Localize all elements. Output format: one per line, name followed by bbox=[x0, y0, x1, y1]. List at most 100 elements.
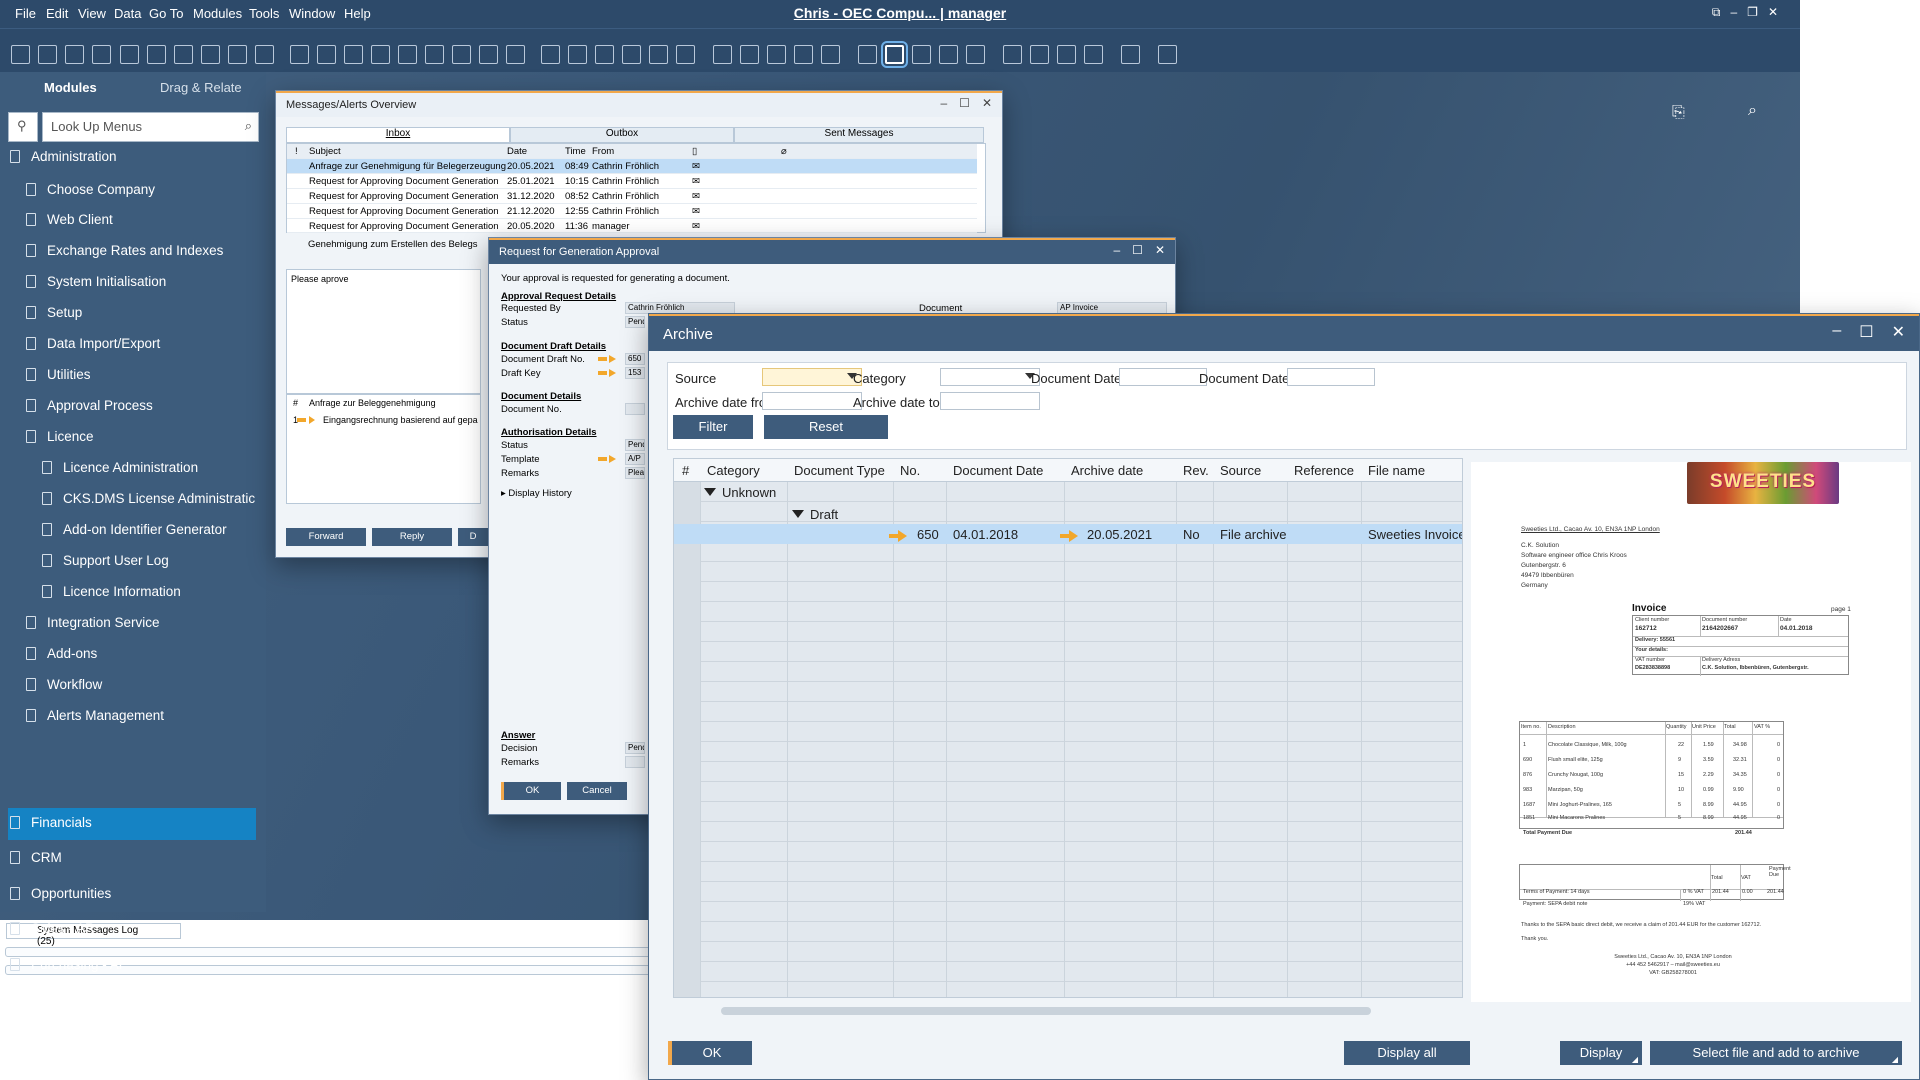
col-reference[interactable]: Reference bbox=[1294, 463, 1354, 478]
find-record-icon[interactable] bbox=[317, 45, 336, 64]
table-row[interactable]: Request for Approving Document Generatio… bbox=[287, 204, 977, 219]
messages-icon[interactable] bbox=[794, 45, 813, 64]
user-icon[interactable] bbox=[966, 45, 985, 64]
next-record-icon[interactable] bbox=[398, 45, 417, 64]
maximize-icon[interactable]: ☐ bbox=[1859, 322, 1873, 342]
cancel-button[interactable]: Cancel bbox=[567, 782, 627, 800]
maximize-icon[interactable]: ☐ bbox=[959, 96, 970, 110]
reply-button[interactable]: Reply bbox=[372, 528, 452, 546]
sidebar-item-web-client[interactable]: Web Client bbox=[26, 212, 113, 227]
col-subject[interactable]: Subject bbox=[309, 146, 341, 157]
settings-icon[interactable] bbox=[740, 45, 759, 64]
cockpit-icon[interactable]: ⎘ bbox=[1672, 104, 1685, 122]
table-row[interactable]: Request for Approving Document Generatio… bbox=[287, 219, 977, 233]
close-icon[interactable]: ✕ bbox=[1768, 5, 1778, 20]
previous-record-icon[interactable] bbox=[371, 45, 390, 64]
first-record-icon[interactable] bbox=[344, 45, 363, 64]
col-no[interactable]: No. bbox=[900, 463, 920, 478]
category-dropdown[interactable] bbox=[940, 368, 1040, 386]
sidebar-item-cks-dms-license[interactable]: CKS.DMS License Administratic bbox=[42, 491, 255, 506]
group-row-unknown[interactable]: Unknown bbox=[674, 482, 1462, 502]
close-icon[interactable]: ✕ bbox=[1892, 322, 1905, 342]
refresh-icon[interactable] bbox=[452, 45, 471, 64]
minimize-icon[interactable]: – bbox=[1730, 5, 1737, 20]
alerts-icon[interactable] bbox=[821, 45, 840, 64]
sidebar-item-choose-company[interactable]: Choose Company bbox=[26, 182, 155, 197]
tab-outbox[interactable]: Outbox bbox=[510, 127, 734, 143]
col-source[interactable]: Source bbox=[1220, 463, 1261, 478]
horizontal-scrollbar[interactable] bbox=[721, 1007, 1371, 1015]
document-date-from-input[interactable] bbox=[1119, 368, 1207, 386]
source-dropdown[interactable] bbox=[762, 368, 862, 386]
select-file-add-to-archive-button[interactable]: Select file and add to archive ◢ bbox=[1650, 1041, 1902, 1065]
sidebar-item-purchasing-ap[interactable]: Purchasing - AP bbox=[10, 957, 128, 972]
col-category[interactable]: Category bbox=[707, 463, 760, 478]
find-icon[interactable] bbox=[11, 45, 30, 64]
draft-no-field[interactable]: 650 bbox=[625, 353, 645, 365]
col-rev[interactable]: Rev. bbox=[1183, 463, 1209, 478]
link-arrow-icon[interactable] bbox=[598, 354, 622, 365]
ok-button[interactable]: OK bbox=[668, 1041, 752, 1065]
col-time[interactable]: Time bbox=[565, 146, 586, 157]
wrench-icon[interactable]: ⚲ bbox=[8, 112, 38, 142]
calculator-icon[interactable] bbox=[912, 45, 931, 64]
search-icon[interactable]: ⌕ bbox=[245, 118, 252, 134]
sidebar-item-opportunities[interactable]: Opportunities bbox=[10, 886, 111, 901]
template-field[interactable]: A/P bbox=[625, 453, 645, 465]
sidebar-item-data-import-export[interactable]: Data Import/Export bbox=[26, 336, 160, 351]
transaction-journal-icon[interactable] bbox=[622, 45, 641, 64]
archive-date-to-input[interactable] bbox=[940, 392, 1040, 410]
gross-profit-icon[interactable] bbox=[595, 45, 614, 64]
col-document-date[interactable]: Document Date bbox=[953, 463, 1043, 478]
email-icon[interactable] bbox=[92, 45, 111, 64]
group-row-draft[interactable]: Draft bbox=[674, 504, 1462, 524]
print-icon[interactable] bbox=[38, 45, 57, 64]
tab-sent-messages[interactable]: Sent Messages bbox=[734, 127, 984, 143]
lookup-menus-input[interactable]: Look Up Menus ⌕ bbox=[42, 112, 259, 142]
sidebar-item-exchange-rates[interactable]: Exchange Rates and Indexes bbox=[26, 243, 223, 258]
filter-button[interactable]: Filter bbox=[673, 415, 753, 439]
sidebar-item-setup[interactable]: Setup bbox=[26, 305, 82, 320]
target-document-icon[interactable] bbox=[568, 45, 587, 64]
tab-drag-relate[interactable]: Drag & Relate bbox=[160, 80, 242, 95]
auth-status-field[interactable]: Pend bbox=[625, 439, 645, 451]
move-icon[interactable] bbox=[228, 45, 247, 64]
col-archive-date[interactable]: Archive date bbox=[1071, 463, 1143, 478]
forward-button[interactable]: Forward bbox=[286, 528, 366, 546]
base-document-icon[interactable] bbox=[541, 45, 560, 64]
sidebar-item-licence-information[interactable]: Licence Information bbox=[42, 584, 181, 599]
sidebar-item-licence[interactable]: Licence bbox=[26, 429, 94, 444]
col-file-name[interactable]: File name bbox=[1368, 463, 1425, 478]
form-settings-icon[interactable] bbox=[255, 45, 274, 64]
decision-dropdown[interactable]: Pend bbox=[625, 742, 645, 754]
link-arrow-icon[interactable] bbox=[297, 415, 321, 425]
sidebar-item-system-initialisation[interactable]: System Initialisation bbox=[26, 274, 166, 289]
calendar-icon[interactable] bbox=[858, 45, 877, 64]
col-from[interactable]: From bbox=[592, 146, 614, 157]
table-row[interactable]: 650 04.01.2018 20.05.2021 No File archiv… bbox=[674, 524, 1462, 544]
print-preview-icon[interactable] bbox=[65, 45, 84, 64]
col-priority[interactable]: ! bbox=[295, 146, 298, 157]
col-document-type[interactable]: Document Type bbox=[794, 463, 885, 478]
minimize-icon[interactable]: – bbox=[1113, 243, 1120, 257]
filter-icon[interactable] bbox=[479, 45, 498, 64]
table-row[interactable]: Anfrage zur Genehmigung für Belegerzeugu… bbox=[287, 159, 977, 174]
drill-down-icon[interactable] bbox=[1057, 45, 1076, 64]
reset-button[interactable]: Reset bbox=[764, 415, 888, 439]
display-history-toggle[interactable]: ▸ Display History bbox=[501, 488, 572, 499]
restore-icon[interactable]: ⧉ bbox=[1712, 5, 1721, 20]
sidebar-item-support-user-log[interactable]: Support User Log bbox=[42, 553, 169, 568]
tab-inbox[interactable]: Inbox bbox=[286, 127, 510, 143]
query-icon[interactable] bbox=[676, 45, 695, 64]
sidebar-item-addon-identifier[interactable]: Add-on Identifier Generator bbox=[42, 522, 227, 537]
form-layout-icon[interactable] bbox=[767, 45, 786, 64]
delete-button[interactable]: D bbox=[458, 528, 488, 546]
display-all-button[interactable]: Display all bbox=[1344, 1041, 1470, 1065]
col-date[interactable]: Date bbox=[507, 146, 527, 157]
ok-button[interactable]: OK bbox=[501, 782, 561, 800]
lock-icon[interactable] bbox=[1003, 45, 1022, 64]
last-record-icon[interactable] bbox=[425, 45, 444, 64]
link-arrow-icon[interactable] bbox=[598, 368, 622, 379]
archive-icon[interactable] bbox=[881, 41, 908, 68]
status-field[interactable]: Pend bbox=[625, 316, 645, 328]
